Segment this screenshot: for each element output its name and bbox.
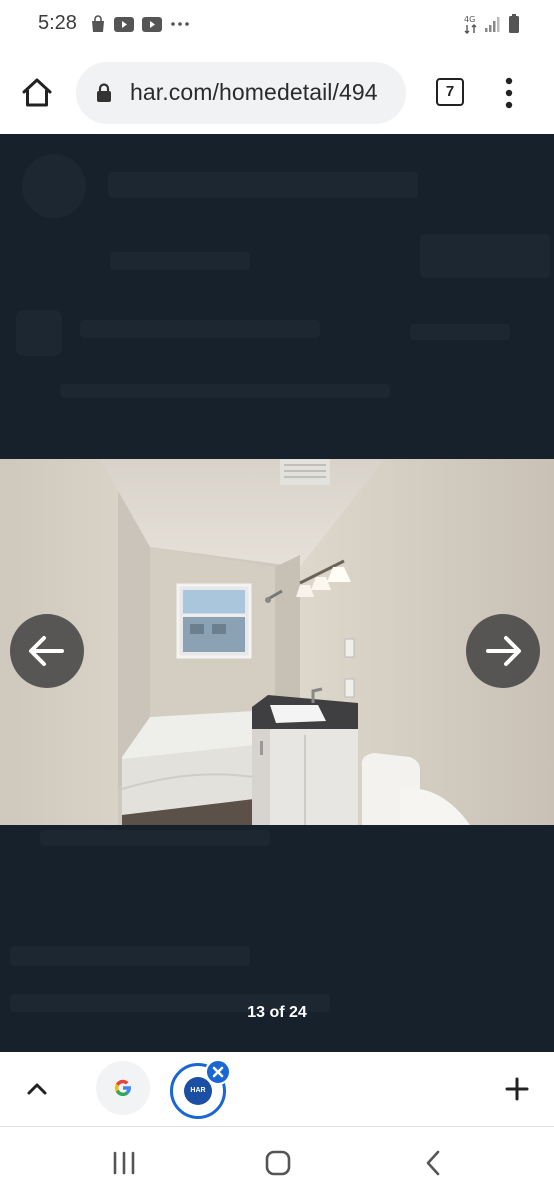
background-page-text [80,320,320,338]
more-notifications-icon [171,22,189,26]
next-photo-button[interactable] [466,614,540,688]
photo-viewer: 13 of 24 [0,134,554,1052]
plus-icon[interactable] [504,1076,530,1102]
arrow-right-icon [486,636,521,666]
youtube-icon [114,16,134,32]
tab-strip: HAR [0,1052,554,1126]
previous-photo-button[interactable] [10,614,84,688]
arrow-left-icon [29,636,64,666]
recents-icon[interactable] [110,1151,138,1175]
background-page-logo [22,154,86,218]
notification-icons [90,14,190,34]
youtube-icon [142,16,162,32]
background-page-text [410,324,510,340]
back-icon[interactable] [422,1149,444,1177]
svg-text:4G: 4G [464,15,475,24]
address-bar[interactable]: har.com/homedetail/494 [76,62,406,124]
battery-icon [509,14,519,33]
lock-icon [97,83,111,102]
more-vert-icon[interactable] [502,76,516,110]
har-logo: HAR [184,1077,212,1105]
data-transfer-icon: 4G [464,15,477,34]
system-navigation-bar [0,1126,554,1201]
chevron-up-icon[interactable] [24,1076,50,1102]
status-time: 5:28 [38,12,77,34]
home-icon[interactable] [18,74,56,112]
background-page-text [40,830,270,846]
tab-google[interactable] [96,1061,150,1115]
home-button-icon[interactable] [264,1149,292,1177]
background-page-text [110,252,250,270]
background-page-icon [16,310,62,356]
background-page-text [10,946,250,966]
system-icons: 4G [464,12,520,36]
background-page-header [108,172,418,198]
close-icon[interactable] [205,1059,231,1085]
background-page-text [60,384,390,398]
shopping-bag-icon [92,15,104,32]
tab-switcher-button[interactable]: 7 [436,78,464,106]
google-icon [114,1079,131,1097]
browser-toolbar: har.com/homedetail/494 7 [0,52,554,134]
url-text: har.com/homedetail/494 [130,79,378,105]
photo-counter: 13 of 24 [247,1004,307,1021]
signal-icon [485,17,500,32]
status-bar: 5:28 4G [0,0,554,52]
background-page-button [420,234,550,278]
